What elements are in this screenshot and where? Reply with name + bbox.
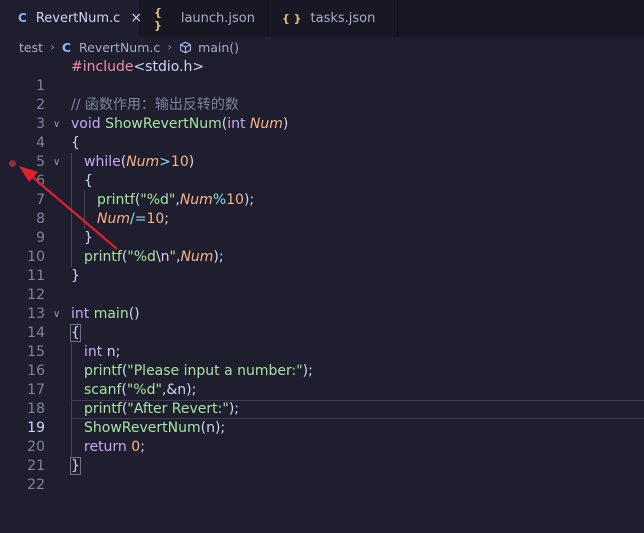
fold-chevron-icon[interactable]: ∨ <box>53 305 60 324</box>
json-file-icon: { } <box>282 12 302 25</box>
tab-launch-json[interactable]: { } launch.json <box>140 0 268 37</box>
code-line: 13 <box>0 286 644 322</box>
code-line: 1 #include<stdio.h> <box>0 58 644 94</box>
code-line: 19 printf("After Revert:"); <box>0 400 644 436</box>
breadcrumb-file[interactable]: RevertNum.c <box>79 40 160 55</box>
token-escape: \n <box>155 249 170 265</box>
fold-chevron-icon[interactable]: ∨ <box>53 115 60 134</box>
code-line: 18 scanf("%d",&n); <box>0 381 644 417</box>
token-function: printf <box>84 249 122 265</box>
token-keyword: void <box>71 116 101 132</box>
token-punct: { <box>84 173 93 189</box>
code-line: 5 { <box>0 134 644 170</box>
token-string: "%d" <box>126 382 162 398</box>
token-string: "%d <box>127 249 156 265</box>
token-comment: // 函数作用：输出反转的数 <box>71 97 239 113</box>
code-line: 9 Num/=10; <box>0 210 644 246</box>
token-function: scanf <box>84 382 122 398</box>
token-operator: % <box>212 192 227 208</box>
code-line: 6 ∨ while(Num>10) <box>0 153 644 189</box>
token-punct: ,&n); <box>161 382 197 398</box>
code-line: 15 { <box>0 324 644 360</box>
token-punct: ); <box>213 249 224 265</box>
code-line: 2 <box>0 77 644 113</box>
token-keyword: while <box>84 154 121 170</box>
token-punct: } <box>71 268 80 284</box>
token-punct: } <box>70 457 81 475</box>
chevron-right-icon: › <box>167 40 173 54</box>
token-function: ShowRevertNum <box>105 116 222 132</box>
code-line: 4 ∨ void ShowRevertNum(int Num) <box>0 115 644 151</box>
code-line: 10 } <box>0 229 644 265</box>
code-line: 17 printf("Please input a number:"); <box>0 362 644 398</box>
token-function: printf <box>84 401 122 417</box>
tab-label: launch.json <box>180 11 255 26</box>
token-operator: > <box>159 154 171 170</box>
token-ident: n; <box>102 344 121 360</box>
breadcrumb: test › C RevertNum.c › main() <box>0 37 644 57</box>
token-punct: { <box>71 135 80 151</box>
token-string: "%d" <box>140 192 176 208</box>
token-param: Num <box>126 154 160 170</box>
tab-tasks-json[interactable]: { } tasks.json <box>268 0 398 37</box>
token-punct: () <box>128 306 140 322</box>
token-punct: { <box>70 324 81 342</box>
line-number: 22 <box>27 477 45 493</box>
code-line: 3 // 函数作用：输出反转的数 <box>0 96 644 132</box>
code-line: 11 printf("%d\n",Num); <box>0 248 644 284</box>
token-function: printf <box>84 363 122 379</box>
token-include-path: <stdio.h> <box>133 59 205 75</box>
token-number: 10 <box>170 154 189 170</box>
code-line: 21 return 0; <box>0 438 644 474</box>
breadcrumb-symbol[interactable]: main() <box>198 40 239 55</box>
token-punct: ); <box>228 401 240 417</box>
token-param: Num <box>180 249 214 265</box>
chevron-right-icon: › <box>50 40 55 54</box>
method-cube-icon <box>180 41 191 53</box>
token-string: "After Revert:" <box>127 401 229 417</box>
token-function: main <box>93 306 129 322</box>
token-keyword: return <box>84 439 127 455</box>
token-punct: ); <box>302 363 313 379</box>
token-punct: ) <box>188 154 195 170</box>
code-line: 22 } <box>0 457 644 493</box>
fold-chevron-icon[interactable]: ∨ <box>53 153 60 172</box>
c-file-icon: C <box>61 39 72 55</box>
token-param: Num <box>179 192 213 208</box>
token-punct: ); <box>243 192 255 208</box>
token-keyword: int <box>71 306 90 322</box>
token-preprocessor: #include <box>71 59 134 75</box>
token-operator: /= <box>129 211 147 227</box>
json-file-icon: { } <box>154 5 162 32</box>
token-punct: ; <box>140 439 145 455</box>
code-line: 7 { <box>0 172 644 208</box>
code-line: 8 printf("%d",Num%10); <box>0 191 644 227</box>
code-editor[interactable]: 1 #include<stdio.h> 2 3 // 函数作用：输出反转的数 4… <box>0 58 644 504</box>
code-line: 20 ShowRevertNum(n); <box>0 419 644 455</box>
token-number: 0 <box>131 439 141 455</box>
token-punct: ; <box>164 211 169 227</box>
token-punct: (n); <box>200 420 226 436</box>
breadcrumb-folder[interactable]: test <box>19 40 43 55</box>
token-keyword: int <box>227 116 246 132</box>
token-keyword: int <box>84 344 103 360</box>
token-punct: ) <box>282 116 289 132</box>
code-line: 16 int n; <box>0 343 644 379</box>
token-param: Num <box>249 116 283 132</box>
c-file-icon: C <box>18 11 27 25</box>
token-param: Num <box>97 211 130 227</box>
token-function: printf <box>97 192 135 208</box>
token-string: "Please input a number:" <box>127 363 303 379</box>
tab-label: tasks.json <box>310 11 376 26</box>
token-punct: } <box>84 230 93 246</box>
token-number: 10 <box>146 211 165 227</box>
tab-label: RevertNum.c <box>35 10 121 26</box>
tab-revertnum-c[interactable]: C RevertNum.c × <box>0 0 142 37</box>
token-number: 10 <box>226 192 244 208</box>
code-line: 14 ∨ int main() <box>0 305 644 341</box>
token-function: ShowRevertNum <box>84 420 201 436</box>
code-line: 12 } <box>0 267 644 303</box>
tab-bar: C RevertNum.c × { } launch.json { } task… <box>0 0 644 37</box>
